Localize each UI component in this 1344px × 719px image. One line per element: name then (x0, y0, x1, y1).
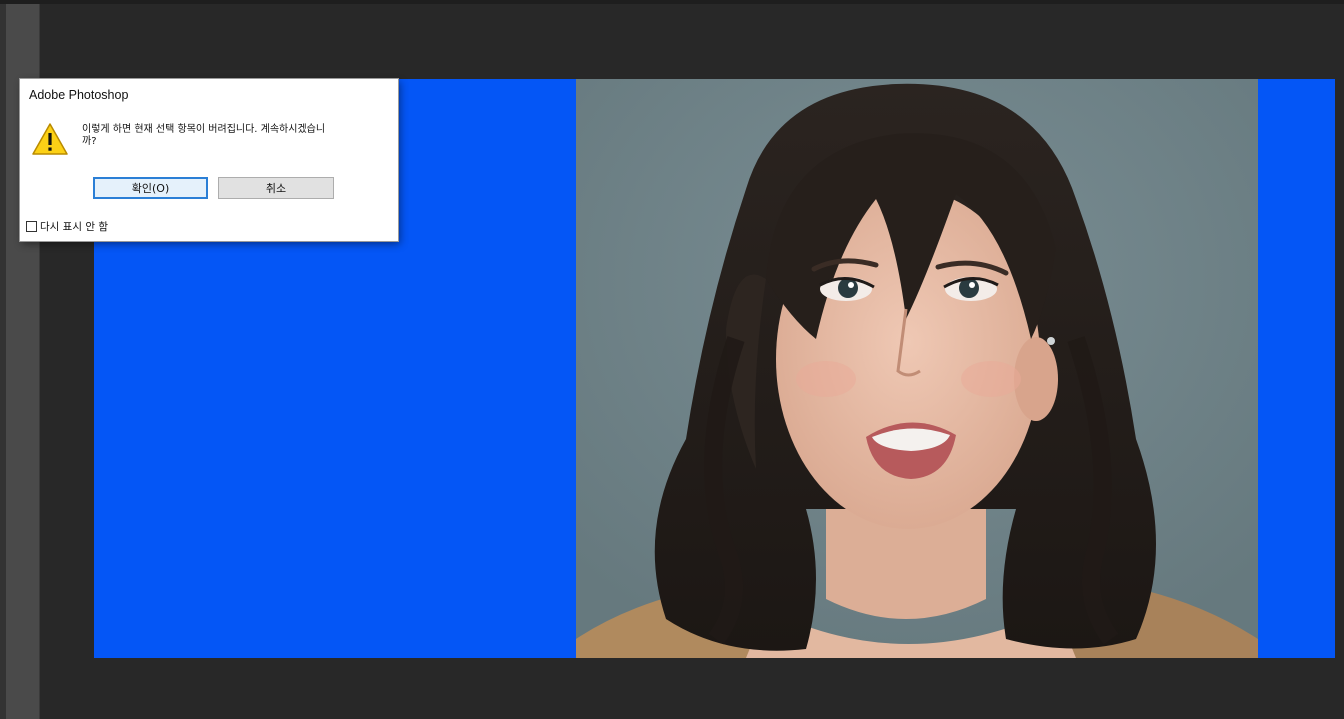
ok-button[interactable]: 확인(O) (93, 177, 208, 199)
dont-show-again-label: 다시 표시 안 함 (40, 221, 108, 233)
dont-show-again-checkbox[interactable] (26, 221, 37, 232)
left-toolbar-edge (0, 4, 6, 719)
top-edge (0, 0, 1344, 4)
cancel-button[interactable]: 취소 (218, 177, 334, 199)
dialog-title: Adobe Photoshop (29, 88, 129, 102)
dialog-message: 이렇게 하면 현재 선택 항목이 버려집니다. 계속하시겠습니 까? (82, 124, 326, 147)
photoshop-workspace: Adobe Photoshop 이렇게 하면 현재 선택 항목이 버려집니다. … (0, 0, 1344, 719)
photoshop-confirm-dialog[interactable]: Adobe Photoshop 이렇게 하면 현재 선택 항목이 버려집니다. … (20, 79, 398, 241)
portrait-photo (576, 79, 1258, 658)
warning-icon (32, 123, 68, 155)
dont-show-again-option[interactable]: 다시 표시 안 함 (26, 219, 108, 234)
portrait-illustration (576, 79, 1258, 658)
